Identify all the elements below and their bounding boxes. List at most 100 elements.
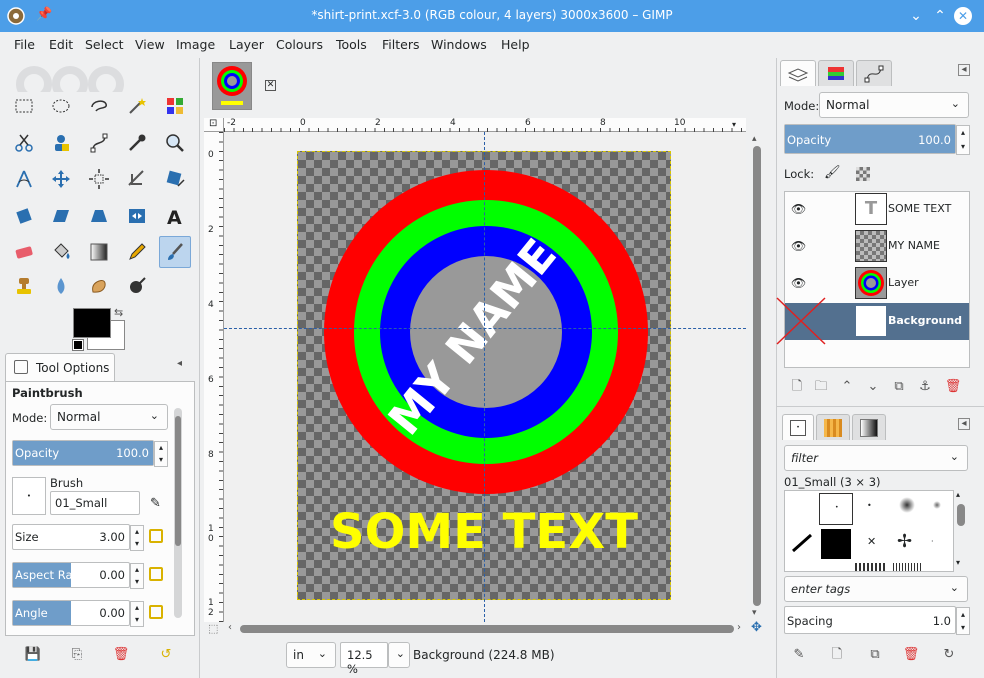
brush-grid-scrollbar[interactable]: ▴ ▾	[954, 490, 968, 572]
refresh-brushes-icon[interactable]: ↻	[940, 646, 958, 664]
foreground-color-swatch[interactable]	[73, 308, 111, 338]
edit-brush-button-icon[interactable]: ✎	[790, 646, 808, 664]
angle-slider[interactable]: Angle 0.00 ▴ ▾	[12, 600, 144, 627]
edit-brush-icon[interactable]: ✎	[150, 496, 161, 511]
vertical-guide[interactable]	[484, 132, 485, 622]
minimize-button[interactable]: ⌄	[906, 6, 926, 26]
layers-tab[interactable]	[780, 60, 816, 86]
delete-brush-icon[interactable]: 🗑	[902, 646, 920, 664]
brushes-dock-menu-icon[interactable]: ◂	[958, 418, 970, 430]
measure-tool-icon[interactable]	[8, 163, 40, 195]
scissors-select-tool-icon[interactable]	[8, 127, 40, 159]
select-by-color-tool-icon[interactable]	[159, 90, 191, 122]
default-colors-icon[interactable]	[72, 339, 84, 351]
brush-cell[interactable]	[933, 501, 941, 509]
delete-layer-icon[interactable]: 🗑	[944, 378, 962, 396]
eye-icon[interactable]: 👁	[791, 239, 806, 253]
vertical-scroll-thumb[interactable]	[753, 146, 761, 606]
eraser-tool-icon[interactable]	[8, 236, 40, 268]
horizontal-ruler[interactable]: -2 0 2 4 6 8 10	[224, 118, 746, 132]
vertical-ruler[interactable]: 0 2 4 6 8 1 0 1 2	[204, 132, 224, 622]
lower-layer-icon[interactable]: ⌄	[864, 378, 882, 396]
duplicate-brush-icon[interactable]: ⧉	[866, 646, 884, 664]
brush-spacing-spin[interactable]: ▴ ▾	[956, 607, 970, 635]
reset-options-icon[interactable]: ↺	[157, 646, 175, 664]
swap-colors-icon[interactable]: ⇆	[114, 306, 123, 319]
tool-options-tab[interactable]: Tool Options	[5, 353, 115, 381]
rotate-tool-icon[interactable]	[8, 200, 40, 232]
quick-mask-icon[interactable]: ⬚	[208, 622, 218, 635]
menu-layer[interactable]: Layer	[229, 37, 264, 52]
unit-dropdown[interactable]: in ⌄	[286, 642, 336, 668]
eye-icon[interactable]: 👁	[791, 202, 806, 216]
aspect-ratio-slider[interactable]: Aspect Ratio 0.00 ▴ ▾	[12, 562, 144, 589]
paths-tab[interactable]	[856, 60, 892, 86]
unified-transform-tool-icon[interactable]	[159, 163, 191, 195]
brush-spacing-slider[interactable]: Spacing 1.0 ▴ ▾	[784, 606, 970, 635]
brush-cell[interactable]	[821, 529, 851, 559]
anchor-layer-icon[interactable]: ⚓	[916, 378, 934, 396]
zoom-dropdown-button[interactable]: ⌄	[388, 642, 410, 668]
restore-options-icon[interactable]: ⎘	[68, 646, 86, 664]
patterns-tab[interactable]	[816, 414, 850, 440]
menu-view[interactable]: View	[135, 37, 165, 52]
perspective-tool-icon[interactable]	[83, 200, 115, 232]
new-layer-group-icon[interactable]: 🗀	[812, 378, 830, 396]
lock-alpha-icon[interactable]	[856, 167, 870, 181]
brushes-tab[interactable]: •	[782, 414, 814, 440]
brush-tags-input[interactable]: enter tags ⌄	[784, 576, 968, 602]
reset-aspect-icon[interactable]	[149, 567, 163, 581]
size-slider[interactable]: Size 3.00 ▴ ▾	[12, 524, 144, 551]
paint-mode-dropdown[interactable]: Normal ⌄	[50, 404, 168, 430]
smudge-tool-icon[interactable]	[83, 270, 115, 302]
close-button[interactable]: ✕	[954, 7, 972, 25]
maximize-button[interactable]: ⌃	[930, 6, 950, 26]
free-select-tool-icon[interactable]	[83, 90, 115, 122]
brush-grid[interactable]: • • ✕ ✢ ·	[784, 490, 954, 572]
brush-cell[interactable]	[791, 531, 813, 553]
brush-cell[interactable]: ·	[931, 537, 934, 546]
zoom-tool-icon[interactable]	[159, 127, 191, 159]
layers-dock-menu-icon[interactable]: ◂	[958, 64, 970, 76]
layer-row-my-name[interactable]: 👁 MY NAME	[785, 228, 969, 265]
brush-cell[interactable]: ✕	[867, 535, 876, 548]
menu-file[interactable]: File	[14, 37, 35, 52]
horizontal-scroll-thumb[interactable]	[240, 625, 734, 633]
navigation-icon[interactable]: ✥	[751, 620, 762, 635]
close-image-tab-icon[interactable]: ✕	[265, 80, 276, 91]
gradient-tool-icon[interactable]	[83, 236, 115, 268]
ellipse-select-tool-icon[interactable]	[45, 90, 77, 122]
brush-cell[interactable]	[899, 497, 915, 513]
menu-help[interactable]: Help	[501, 37, 530, 52]
menu-edit[interactable]: Edit	[49, 37, 73, 52]
new-layer-icon[interactable]: 🗋	[788, 378, 806, 396]
flip-tool-icon[interactable]	[121, 200, 153, 232]
raise-layer-icon[interactable]: ⌃	[838, 378, 856, 396]
duplicate-layer-icon[interactable]: ⧉	[890, 378, 908, 396]
alignment-tool-icon[interactable]	[83, 163, 115, 195]
brush-name-field[interactable]: 01_Small	[50, 491, 140, 515]
channels-tab[interactable]	[818, 60, 854, 86]
dodge-burn-tool-icon[interactable]	[121, 270, 153, 302]
brush-cell[interactable]: ✢	[897, 531, 912, 552]
reset-angle-icon[interactable]	[149, 605, 163, 619]
brush-cell[interactable]	[893, 563, 923, 571]
paintbrush-tool-icon[interactable]	[159, 236, 191, 268]
brush-cell[interactable]	[855, 563, 885, 571]
layer-opacity-spin[interactable]: ▴ ▾	[956, 125, 970, 155]
menu-filters[interactable]: Filters	[382, 37, 419, 52]
foreground-select-tool-icon[interactable]	[45, 127, 77, 159]
brush-cell[interactable]: •	[867, 501, 872, 510]
text-tool-icon[interactable]: A	[159, 200, 191, 232]
brush-preview[interactable]: •	[12, 477, 46, 515]
navigate-button[interactable]: ▾	[732, 120, 744, 130]
bucket-fill-tool-icon[interactable]	[45, 236, 77, 268]
color-picker-tool-icon[interactable]	[121, 127, 153, 159]
horizontal-scrollbar[interactable]: ‹ ›	[224, 622, 746, 636]
lock-pixels-icon[interactable]: 🖌	[824, 165, 841, 180]
move-tool-icon[interactable]	[45, 163, 77, 195]
size-spin[interactable]: ▴ ▾	[130, 525, 144, 551]
menu-windows[interactable]: Windows	[431, 37, 487, 52]
tool-options-scrollbar[interactable]	[174, 408, 182, 618]
angle-spin[interactable]: ▴ ▾	[130, 601, 144, 627]
